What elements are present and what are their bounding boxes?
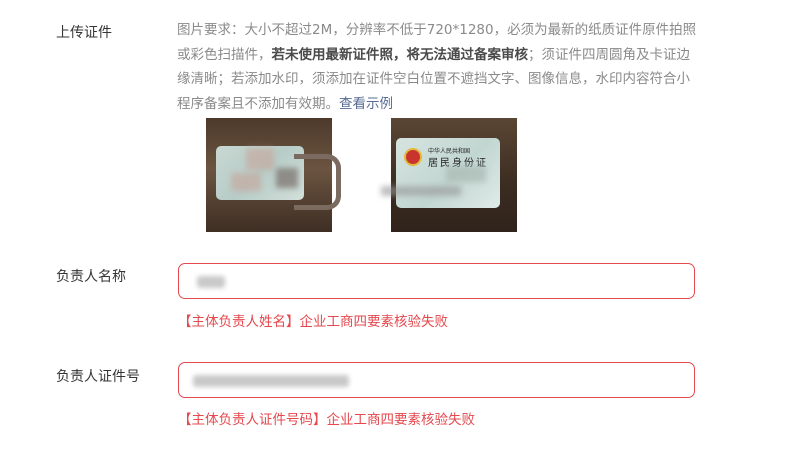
upload-requirements: 图片要求：大小不超过2M，分辨率不低于720*1280，必须为最新的纸质证件原件… <box>177 18 697 116</box>
mosaic-block <box>246 148 274 170</box>
view-example-link[interactable]: 查看示例 <box>339 96 393 112</box>
name-field-label: 负责人名称 <box>56 269 126 285</box>
name-field-error: 【主体负责人姓名】企业工商四要素核验失败 <box>178 314 448 330</box>
mosaic-block <box>381 186 461 196</box>
id-front-photo[interactable] <box>176 118 350 232</box>
national-emblem-icon <box>404 148 422 166</box>
responsible-name-input[interactable] <box>178 263 695 299</box>
responsible-id-input[interactable] <box>178 362 695 398</box>
mosaic-block <box>446 166 486 182</box>
redacted-text <box>193 375 349 387</box>
id-field-label: 负责人证件号 <box>56 369 140 385</box>
redacted-text <box>197 276 225 288</box>
requirements-warning: 若未使用最新证件照，将无法通过备案审核 <box>271 46 529 63</box>
mosaic-block <box>231 173 261 191</box>
id-back-photo[interactable]: 中华人民共和国 居民身份证 <box>361 118 535 232</box>
lanyard <box>294 154 341 210</box>
id-field-error: 【主体负责人证件号码】企业工商四要素核验失败 <box>178 412 475 428</box>
upload-label: 上传证件 <box>56 25 112 41</box>
